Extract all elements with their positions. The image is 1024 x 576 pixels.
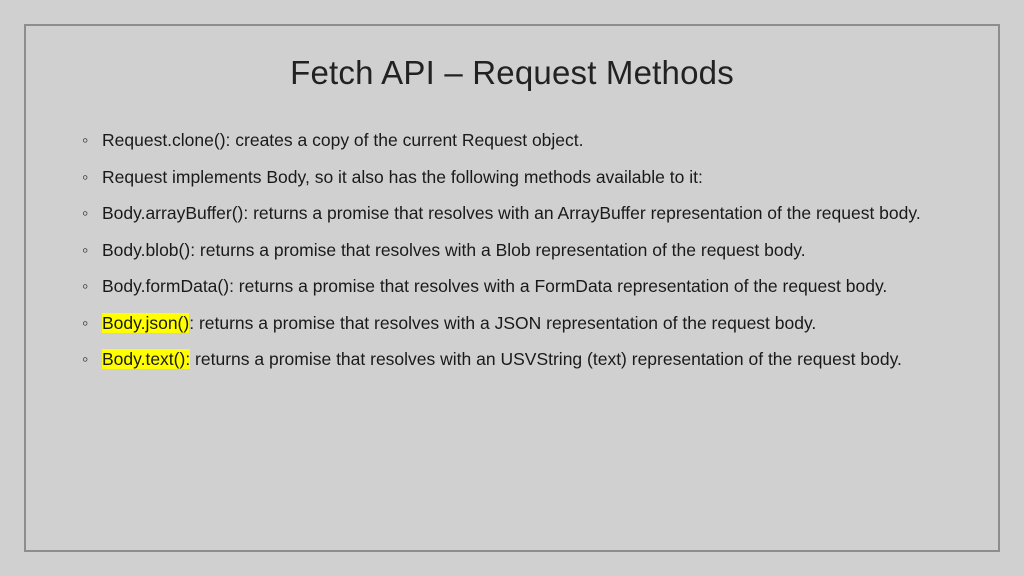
bullet-text: returns a promise that resolves with an … [190,349,902,369]
bullet-text: Request.clone(): creates a copy of the c… [102,130,584,150]
list-item: Body.formData(): returns a promise that … [82,274,950,299]
bullet-text: Body.formData(): returns a promise that … [102,276,887,296]
list-item: Body.blob(): returns a promise that reso… [82,238,950,263]
bullet-text: Request implements Body, so it also has … [102,167,703,187]
bullet-list: Request.clone(): creates a copy of the c… [74,128,950,372]
list-item: Body.arrayBuffer(): returns a promise th… [82,201,950,226]
bullet-text: : returns a promise that resolves with a… [189,313,816,333]
bullet-text: Body.arrayBuffer(): returns a promise th… [102,203,921,223]
slide-frame: Fetch API – Request Methods Request.clon… [24,24,1000,552]
slide-title: Fetch API – Request Methods [74,54,950,92]
list-item: Body.text(): returns a promise that reso… [82,347,950,372]
highlight: Body.text(): [102,349,190,369]
highlight: Body.json() [102,313,189,333]
list-item: Request.clone(): creates a copy of the c… [82,128,950,153]
list-item: Request implements Body, so it also has … [82,165,950,190]
bullet-text: Body.blob(): returns a promise that reso… [102,240,806,260]
list-item: Body.json(): returns a promise that reso… [82,311,950,336]
